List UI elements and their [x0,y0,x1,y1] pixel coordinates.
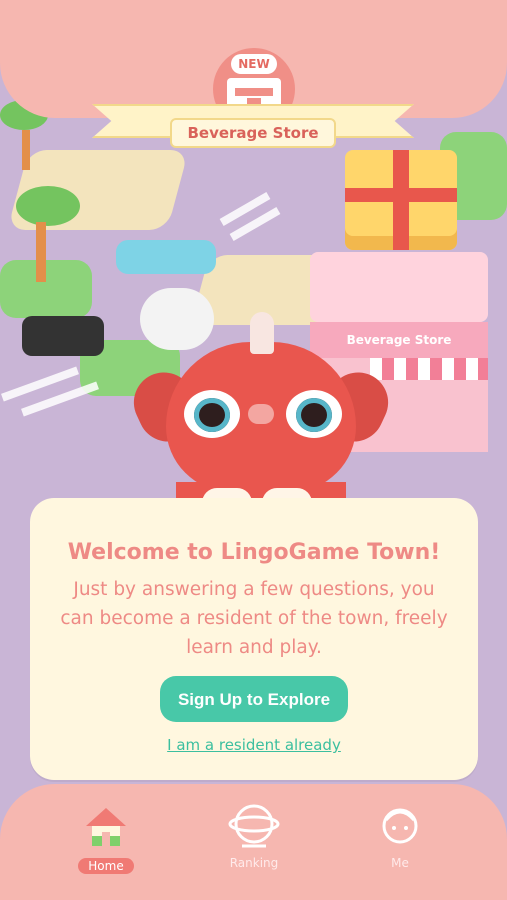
nav-me[interactable]: Me [350,796,450,876]
nav-ranking[interactable]: Ranking [204,796,304,876]
tree-trunk [22,130,30,170]
house-icon [86,808,126,846]
profile-icon [382,808,418,844]
gift-box-building[interactable] [345,150,457,250]
mascot-character [124,312,398,522]
store-awning [370,358,488,380]
mascot-eye [286,390,342,438]
welcome-title: Welcome to LingoGame Town! [67,540,441,565]
mascot-nose [248,404,274,424]
sign-up-button[interactable]: Sign Up to Explore [160,676,348,722]
mascot-horn [250,312,274,354]
blue-car [116,240,216,274]
new-badge: NEW [231,54,277,74]
banner-store-name: Beverage Store [170,118,336,148]
tree [16,186,80,226]
welcome-card: Welcome to LingoGame Town! Just by answe… [30,498,478,780]
police-car [22,316,104,356]
resident-login-link[interactable]: I am a resident already [30,736,478,754]
store-banner[interactable]: Beverage Store [92,98,414,154]
mascot-eye [184,390,240,438]
nav-label-home: Home [78,858,134,874]
tree-trunk [36,222,46,282]
bottom-navigation: Home Ranking Me [0,784,507,900]
nav-home[interactable]: Home [56,796,156,876]
ranking-globe-icon [228,804,280,848]
grass-patch [0,260,92,318]
welcome-description: Just by answering a few questions, you c… [60,579,448,658]
nav-label-ranking: Ranking [229,856,279,870]
nav-label-me: Me [391,856,409,870]
